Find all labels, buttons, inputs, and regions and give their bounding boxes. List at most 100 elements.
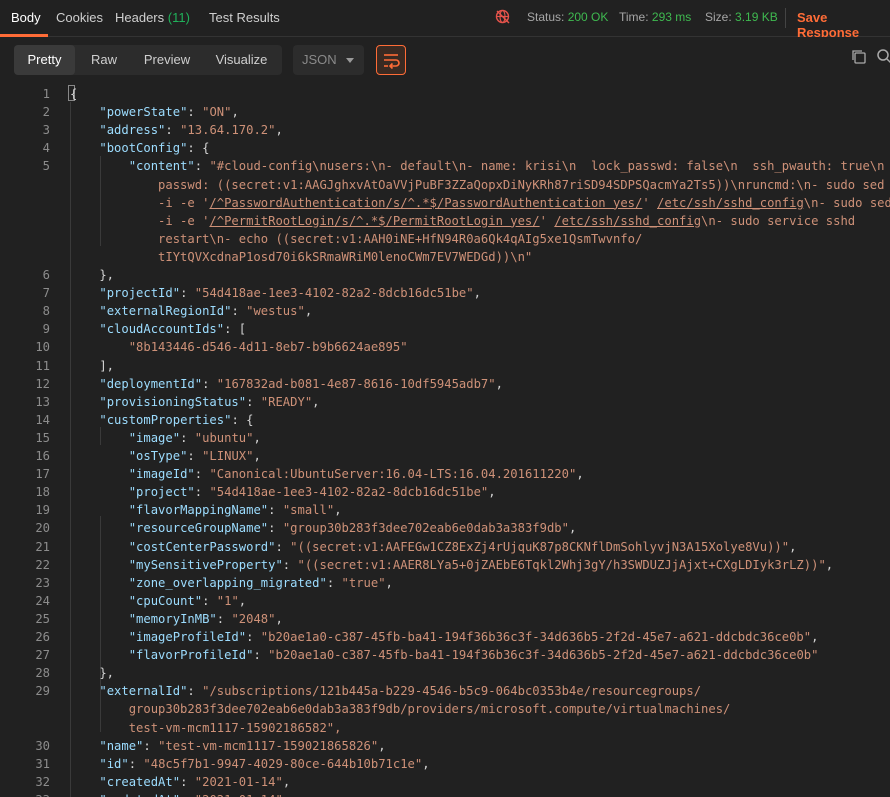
- code-line: "bootConfig": {: [99, 141, 210, 156]
- code-line: "costCenterPassword": "((secret:v1:AAFEG…: [128, 539, 797, 554]
- line-number: 30: [35, 738, 50, 753]
- view-preview-button[interactable]: Preview: [133, 45, 201, 75]
- tab-cookies[interactable]: Cookies: [56, 10, 103, 25]
- line-number: 32: [35, 774, 50, 789]
- code-line: "content": "#cloud-config\nusers:\n- def…: [128, 159, 885, 174]
- response-body-viewer[interactable]: 1 {2 "powerState": "ON", 3 "address": "13.…: [0, 84, 890, 797]
- code-line: "deploymentId": "167832ad-b081-4e87-8616…: [99, 376, 503, 391]
- line-number: 21: [35, 539, 50, 554]
- copy-icon[interactable]: [851, 49, 867, 65]
- wrap-lines-button[interactable]: [376, 45, 406, 75]
- code-line: passwd: ((secret:v1:AAGJghxvAtOaVVjPuBF3…: [70, 177, 885, 192]
- line-number: 27: [35, 648, 50, 663]
- code-line: "address": "13.64.170.2",: [99, 123, 283, 138]
- code-line: "powerState": "ON",: [99, 105, 239, 120]
- line-number: 20: [35, 521, 50, 536]
- code-line: "provisioningStatus": "READY",: [99, 394, 320, 409]
- line-number: 29: [35, 684, 50, 699]
- status-value[interactable]: 200 OK: [568, 10, 609, 24]
- code-line: "projectId": "54d418ae-1ee3-4102-82a2-8d…: [99, 286, 481, 301]
- line-number: 14: [35, 412, 50, 427]
- code-line: "cpuCount": "1",: [128, 593, 247, 608]
- line-number: 28: [35, 666, 50, 681]
- code-line: "updatedAt": "2021-01-14",: [70, 793, 290, 797]
- time-value[interactable]: 293 ms: [652, 10, 691, 24]
- code-line: "flavorMappingName": "small",: [128, 503, 342, 518]
- divider: [785, 8, 786, 28]
- line-number: 19: [35, 503, 50, 518]
- line-number: 26: [35, 630, 50, 644]
- time-readout: Time: 293 ms: [619, 10, 691, 24]
- line-number: 2: [42, 105, 50, 120]
- view-raw-button[interactable]: Raw: [75, 45, 133, 75]
- tab-test-results[interactable]: Test Results: [209, 10, 280, 25]
- code-line: "8b143446-d546-4d11-8eb7-b9b6624ae895": [128, 340, 408, 355]
- line-number: 24: [35, 593, 50, 608]
- line-number: 1: [42, 87, 50, 101]
- code-line: tIYtQVXcdnaP1osd70i6kSRmaWRiM0lenoCWm7EV…: [70, 249, 533, 264]
- code-line: restart\n- echo ((secret:v1:AAH0iNE+HfN9…: [70, 231, 643, 246]
- code-line: "cloudAccountIds": [: [99, 322, 247, 337]
- code-line: "imageProfileId": "b20ae1a0-c387-45fb-ba…: [128, 630, 819, 644]
- code-line: "memoryInMB": "2048",: [128, 611, 283, 626]
- chevron-down-icon: [346, 58, 354, 63]
- line-number: 7: [42, 286, 50, 301]
- view-pretty-button[interactable]: Pretty: [14, 45, 75, 75]
- line-number: 22: [35, 557, 50, 572]
- view-mode-selector: Pretty Raw Preview Visualize: [14, 45, 282, 75]
- line-number: 12: [35, 376, 50, 391]
- line-number: 15: [35, 430, 50, 445]
- tab-body[interactable]: Body: [11, 10, 41, 25]
- code-line: "id": "48c5f7b1-9947-4029-80ce-644b10b71…: [99, 756, 430, 771]
- time-label: Time:: [619, 10, 649, 24]
- code-line: group30b283f3dee702eab6e0dab3a383f9db/pr…: [70, 702, 731, 717]
- format-select-value: JSON: [302, 52, 337, 67]
- code-line: "resourceGroupName": "group30b283f3dee70…: [128, 521, 577, 536]
- code-line: "osType": "LINUX",: [128, 449, 261, 463]
- code-line: "mySensitiveProperty": "((secret:v1:AAER…: [128, 557, 834, 572]
- globe-warning-icon[interactable]: [495, 9, 511, 25]
- code-line: "name": "test-vm-mcm1117-159021865826",: [99, 738, 386, 753]
- size-value[interactable]: 3.19 KB: [735, 10, 778, 24]
- code-line: "externalId": "/subscriptions/121b445a-b…: [99, 684, 702, 699]
- code-line: "zone_overlapping_migrated": "true",: [128, 575, 393, 590]
- code-line: "flavorProfileId": "b20ae1a0-c387-45fb-b…: [128, 648, 819, 663]
- code-line: {: [70, 87, 78, 101]
- view-visualize-button[interactable]: Visualize: [201, 45, 282, 75]
- line-number: 33: [0, 793, 50, 797]
- code-line: "externalRegionId": "westus",: [99, 304, 313, 319]
- line-number: 5: [42, 159, 50, 174]
- line-number: 18: [35, 485, 50, 500]
- line-number: 8: [42, 304, 50, 319]
- line-number: 16: [35, 449, 50, 463]
- size-readout: Size: 3.19 KB: [705, 10, 778, 24]
- tab-headers[interactable]: Headers (11): [115, 10, 190, 25]
- line-number: 13: [35, 394, 50, 409]
- response-tabs-bar: Body Cookies Headers (11) Test Results S…: [0, 0, 890, 40]
- code-line: "customProperties": {: [99, 412, 254, 427]
- code-line: },: [70, 268, 115, 282]
- line-number: 3: [42, 123, 50, 138]
- code-line: "project": "54d418ae-1ee3-4102-82a2-8dcb…: [128, 485, 496, 500]
- search-icon[interactable]: [876, 48, 890, 64]
- line-number: 11: [35, 358, 50, 373]
- code-line: -i -e '/^PermitRootLogin/s/^.*$/PermitRo…: [70, 213, 856, 228]
- line-number: 10: [35, 340, 50, 355]
- line-number: 9: [42, 322, 50, 337]
- response-toolbar: Pretty Raw Preview Visualize JSON: [0, 37, 890, 82]
- code-line: ],: [70, 358, 115, 373]
- code-line: -i -e '/^PasswordAuthentication/s/^.*$/P…: [70, 195, 890, 210]
- code-line: "createdAt": "2021-01-14",: [99, 774, 291, 789]
- code-line: },: [70, 666, 115, 681]
- status-readout: Status: 200 OK: [527, 10, 608, 24]
- code-line: "imageId": "Canonical:UbuntuServer:16.04…: [128, 467, 584, 482]
- line-number: 25: [35, 611, 50, 626]
- line-number: 23: [35, 575, 50, 590]
- wrap-lines-icon: [384, 54, 400, 70]
- code-line: "image": "ubuntu",: [128, 430, 261, 445]
- format-select[interactable]: JSON: [293, 45, 364, 75]
- headers-count-badge: (11): [167, 10, 190, 25]
- line-number: 31: [35, 756, 50, 771]
- size-label: Size:: [705, 10, 732, 24]
- save-response-button[interactable]: Save Response: [797, 10, 890, 40]
